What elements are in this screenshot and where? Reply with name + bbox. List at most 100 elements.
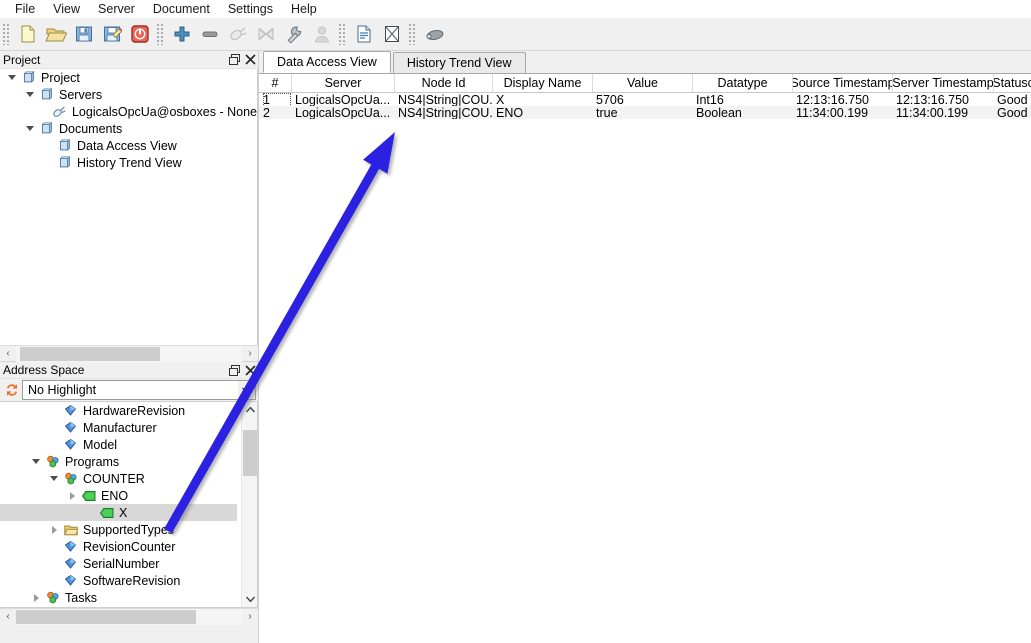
cell-server[interactable]: LogicalsOpcUa... xyxy=(292,106,395,119)
table-row[interactable]: 1 LogicalsOpcUa... NS4|String|COU... X 5706 I… xyxy=(259,93,1031,106)
address-tree-hscrollbar[interactable]: ‹ › xyxy=(0,608,258,625)
scroll-right-icon[interactable]: › xyxy=(242,609,258,625)
close-icon[interactable] xyxy=(242,52,258,68)
chevron-right-icon[interactable] xyxy=(28,590,44,606)
tree-item-programs[interactable]: Programs xyxy=(0,453,257,470)
toolbar-grip-4[interactable] xyxy=(408,23,417,45)
user-button[interactable] xyxy=(308,20,336,48)
tree-item-logicalsopcua-osboxes-none[interactable]: LogicalsOpcUa@osboxes - None xyxy=(0,103,257,120)
cell-index[interactable]: 2 xyxy=(259,106,292,119)
tree-item-tasks[interactable]: Tasks xyxy=(0,589,257,606)
close-icon[interactable] xyxy=(242,362,258,378)
column-header-statuscode[interactable]: Statuscode xyxy=(994,74,1031,92)
menu-help[interactable]: Help xyxy=(282,1,326,17)
cell-node-id[interactable]: NS4|String|COU... xyxy=(395,93,493,106)
chevron-down-icon[interactable] xyxy=(4,70,20,86)
tree-item-data-access-view[interactable]: Data Access View xyxy=(0,137,257,154)
discovery-button[interactable] xyxy=(420,20,448,48)
tab-history-trend-view[interactable]: History Trend View xyxy=(392,52,526,73)
remove-server-button[interactable] xyxy=(196,20,224,48)
project-tree[interactable]: Project Servers LogicalsOpcUa@osboxes - No… xyxy=(0,69,258,345)
tree-item-x[interactable]: X xyxy=(0,504,237,521)
tree-item-eno[interactable]: ENO xyxy=(0,487,257,504)
column-header-display-name[interactable]: Display Name xyxy=(493,74,593,92)
toolbar-grip-3[interactable] xyxy=(338,23,347,45)
scroll-left-icon[interactable]: ‹ xyxy=(0,609,16,625)
chevron-down-icon[interactable] xyxy=(28,454,44,470)
chevron-down-icon[interactable] xyxy=(238,381,255,399)
cell-value[interactable]: true xyxy=(593,106,693,119)
cell-statuscode[interactable]: Good xyxy=(994,106,1031,119)
new-document-button[interactable] xyxy=(14,20,42,48)
column-header-node-id[interactable]: Node Id xyxy=(395,74,493,92)
connect-button[interactable] xyxy=(224,20,252,48)
address-tree-vscrollbar[interactable] xyxy=(241,402,257,607)
cell-datatype[interactable]: Boolean xyxy=(693,106,793,119)
scroll-right-icon[interactable]: › xyxy=(242,346,258,362)
column-header-datatype[interactable]: Datatype xyxy=(693,74,793,92)
cell-source-timestamp[interactable]: 11:34:00.199 xyxy=(793,106,893,119)
cell-index[interactable]: 1 xyxy=(259,93,292,106)
cell-datatype[interactable]: Int16 xyxy=(693,93,793,106)
chevron-right-icon[interactable] xyxy=(64,488,80,504)
address-hscroll-track[interactable] xyxy=(16,608,242,625)
project-hscroll-thumb[interactable] xyxy=(20,346,160,361)
configure-button[interactable] xyxy=(280,20,308,48)
table-row[interactable]: 2 LogicalsOpcUa... NS4|String|COU... ENO tru… xyxy=(259,106,1031,119)
cell-server-timestamp[interactable]: 11:34:00.199 xyxy=(893,106,994,119)
open-folder-button[interactable] xyxy=(42,20,70,48)
tree-item-supportedtypes[interactable]: SupportedTypes xyxy=(0,521,257,538)
toolbar-grip-1[interactable] xyxy=(2,23,11,45)
address-hscroll-thumb[interactable] xyxy=(16,609,196,624)
scroll-left-icon[interactable]: ‹ xyxy=(0,346,16,362)
tree-item-hardwarerevision[interactable]: HardwareRevision xyxy=(0,402,257,419)
chevron-right-icon[interactable] xyxy=(46,522,62,538)
menu-document[interactable]: Document xyxy=(144,1,219,17)
menu-server[interactable]: Server xyxy=(89,1,144,17)
float-icon[interactable] xyxy=(226,362,242,378)
scroll-up-icon[interactable] xyxy=(242,402,257,418)
menu-view[interactable]: View xyxy=(44,1,89,17)
tab-data-access-view[interactable]: Data Access View xyxy=(263,51,391,73)
menu-file[interactable]: File xyxy=(6,1,44,17)
chevron-down-icon[interactable] xyxy=(22,87,38,103)
highlight-combo[interactable]: No Highlight xyxy=(22,380,256,400)
refresh-icon[interactable] xyxy=(2,381,22,399)
tree-item-serialnumber[interactable]: SerialNumber xyxy=(0,555,257,572)
table-body[interactable]: 1 LogicalsOpcUa... NS4|String|COU... X 5706 I… xyxy=(259,93,1031,119)
project-tree-hscrollbar[interactable]: ‹ › xyxy=(0,345,258,362)
column-header-value[interactable]: Value xyxy=(593,74,693,92)
column-header-source-timestamp[interactable]: Source Timestamp xyxy=(793,74,893,92)
cell-display-name[interactable]: ENO xyxy=(493,106,593,119)
tree-item-model[interactable]: Model xyxy=(0,436,257,453)
cell-source-timestamp[interactable]: 12:13:16.750 xyxy=(793,93,893,106)
scroll-down-icon[interactable] xyxy=(242,591,257,607)
project-hscroll-track[interactable] xyxy=(16,345,242,362)
column-header-server[interactable]: Server xyxy=(292,74,395,92)
column-header-[interactable]: # xyxy=(259,74,292,92)
new-data-access-view-button[interactable] xyxy=(350,20,378,48)
chevron-down-icon[interactable] xyxy=(46,471,62,487)
menu-settings[interactable]: Settings xyxy=(219,1,282,17)
exit-button[interactable] xyxy=(126,20,154,48)
save-as-button[interactable] xyxy=(98,20,126,48)
tree-item-revisioncounter[interactable]: RevisionCounter xyxy=(0,538,257,555)
new-history-trend-view-button[interactable] xyxy=(378,20,406,48)
add-server-button[interactable] xyxy=(168,20,196,48)
tree-item-documents[interactable]: Documents xyxy=(0,120,257,137)
address-space-tree[interactable]: HardwareRevision Manufacturer Model Program… xyxy=(0,401,258,608)
chevron-down-icon[interactable] xyxy=(22,121,38,137)
tree-item-servers[interactable]: Servers xyxy=(0,86,257,103)
tree-item-project[interactable]: Project xyxy=(0,69,257,86)
float-icon[interactable] xyxy=(226,52,242,68)
cell-server-timestamp[interactable]: 12:13:16.750 xyxy=(893,93,994,106)
toolbar-grip-2[interactable] xyxy=(156,23,165,45)
cell-server[interactable]: LogicalsOpcUa... xyxy=(292,93,395,106)
column-header-server-timestamp[interactable]: Server Timestamp xyxy=(893,74,994,92)
tree-item-counter[interactable]: COUNTER xyxy=(0,470,257,487)
tree-item-manufacturer[interactable]: Manufacturer xyxy=(0,419,257,436)
address-vscroll-thumb[interactable] xyxy=(243,430,257,476)
table-header-row[interactable]: # Server Node Id Display Name Value Datatype S… xyxy=(259,74,1031,93)
cell-value[interactable]: 5706 xyxy=(593,93,693,106)
disconnect-button[interactable] xyxy=(252,20,280,48)
